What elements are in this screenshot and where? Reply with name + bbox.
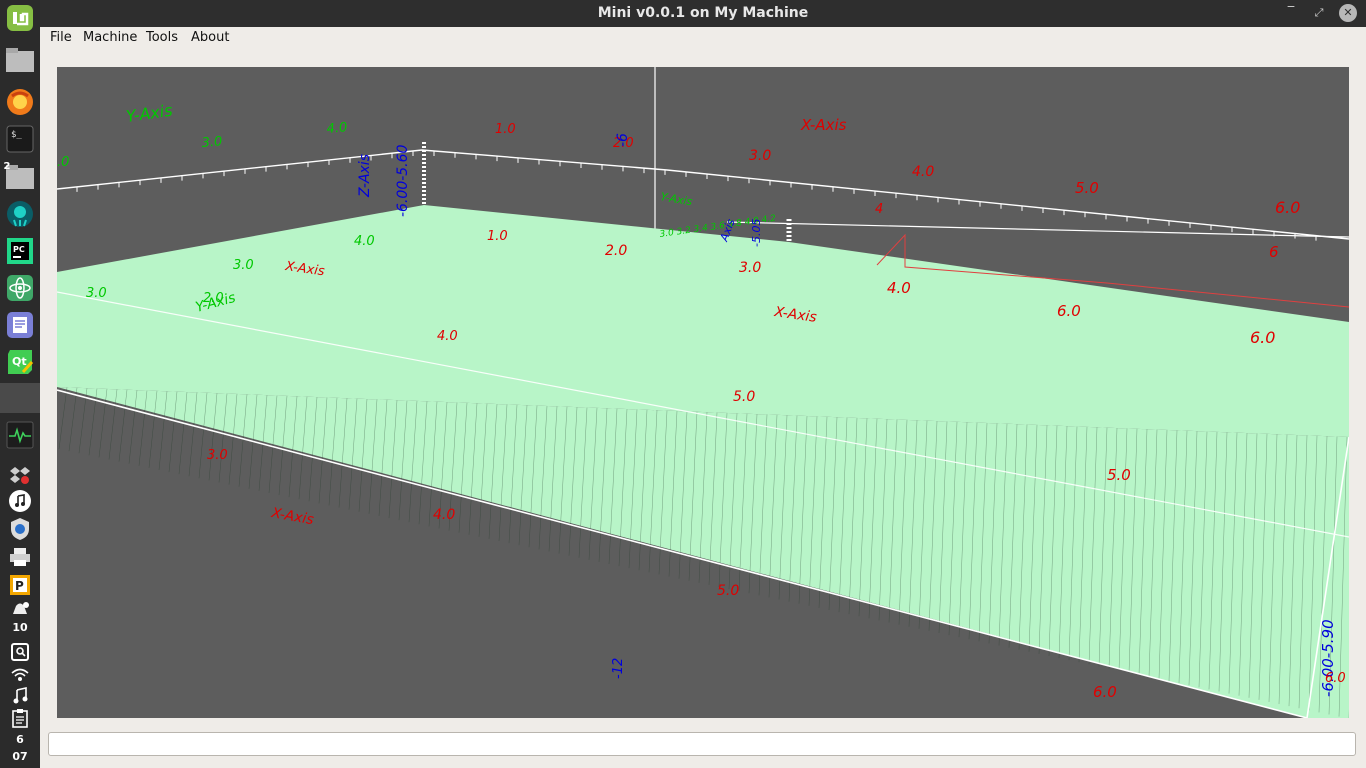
x-axis-label: 5.0 [733, 389, 755, 405]
x-axis-label: 1.0 [487, 229, 508, 244]
atom-icon[interactable] [5, 274, 35, 302]
z-axis-label: -6 [615, 133, 631, 147]
pycharm-icon[interactable]: PC [5, 237, 35, 265]
x-axis-label: 6.0 [1325, 671, 1346, 686]
x-axis-label: 4.0 [912, 164, 934, 180]
printer-icon[interactable] [5, 543, 35, 571]
menu-file[interactable]: File [50, 30, 72, 45]
menu-tools[interactable]: Tools [146, 30, 178, 45]
svg-text:Qt: Qt [12, 355, 27, 368]
parking-icon[interactable]: P [5, 571, 35, 599]
x-axis-label: 6.0 [1250, 328, 1275, 347]
svg-text:$_: $_ [11, 130, 22, 140]
mint-menu-icon[interactable] [5, 4, 35, 32]
text-editor-icon[interactable] [5, 311, 35, 339]
z-axis-label: Z-Axis [357, 154, 373, 198]
x-axis-label: 5.0 [717, 583, 739, 599]
x-axis-label: 5.0 [1107, 466, 1131, 484]
y-axis-label: 4.0 [326, 120, 348, 137]
z-axis-label: -6.00-5.60 [395, 144, 411, 217]
taskbar: $_ 2 PC Qt P 10 6 07 [0, 0, 41, 768]
active-window-icon[interactable] [0, 383, 40, 413]
y-axis-label: 4.0 [354, 234, 375, 249]
z-axis-label: -12 [611, 658, 626, 679]
clock-minute[interactable]: 07 [0, 750, 40, 763]
x-axis-label: 5.0 [1075, 179, 1099, 197]
x-axis-label: 3.0 [207, 448, 228, 463]
itunes-icon[interactable] [5, 487, 35, 515]
svg-text:PC: PC [13, 245, 25, 254]
y-axis-label: 3.0 [233, 258, 254, 273]
x-axis-label: 2.0 [605, 243, 627, 259]
x-axis-label: 6.0 [1057, 302, 1081, 320]
y-axis-label: .0 [57, 155, 69, 170]
clipboard-icon[interactable] [5, 704, 35, 732]
x-axis-label: 3.0 [749, 148, 771, 164]
clock-hour[interactable]: 6 [0, 733, 40, 746]
x-axis-label: 4.0 [437, 329, 458, 344]
tray-count: 10 [12, 621, 28, 634]
gitkraken-icon[interactable] [5, 200, 35, 228]
system-monitor-icon[interactable] [5, 421, 35, 449]
z-axis-label: -5.05 [750, 219, 763, 247]
3d-viewport[interactable]: Y-Axis 3.0 4.0 1.0 2.0 X-Axis 3.0 4.0 4 5.0 6.0 6 Z-… [57, 67, 1349, 718]
menu-machine[interactable]: Machine [83, 30, 137, 45]
files-icon[interactable] [5, 46, 35, 74]
svg-text:P: P [15, 579, 24, 593]
scene-canvas[interactable]: Y-Axis3.04.0 1.02.0X-Axis3.04.045.06.06Z-… [57, 67, 1349, 718]
x-axis-label: 6 [1269, 243, 1279, 261]
x-axis-label: 4.0 [433, 507, 455, 523]
dropbox-icon[interactable] [5, 461, 35, 489]
workspace-badge: 2 [3, 161, 11, 172]
x-axis-label: 6.0 [1275, 198, 1300, 217]
x-axis-label: 6.0 [1093, 683, 1117, 701]
x-axis-label: 3.0 [739, 260, 761, 276]
x-axis-label: 4 [875, 202, 883, 217]
restore-button[interactable]: ⤢ [1310, 4, 1328, 22]
shield-icon[interactable] [5, 515, 35, 543]
x-axis-label: 1.0 [495, 122, 516, 137]
x-axis-label: X-Axis [800, 116, 847, 134]
notification-icon[interactable] [5, 596, 35, 624]
minimize-button[interactable]: ‾ [1282, 4, 1300, 22]
window-title: Mini v0.0.1 on My Machine [597, 5, 809, 21]
terminal-icon[interactable]: $_ [5, 125, 35, 153]
qt-creator-icon[interactable]: Qt [5, 348, 35, 376]
close-button[interactable]: ✕ [1339, 4, 1357, 22]
menu-bar: File Machine Tools About [40, 27, 1366, 50]
firefox-icon[interactable] [5, 88, 35, 116]
y-axis-label: 3.0 [201, 134, 223, 151]
title-bar: Mini v0.0.1 on My Machine ‾ ⤢ ✕ [40, 0, 1366, 27]
menu-about[interactable]: About [191, 30, 229, 45]
x-axis-label: 4.0 [887, 279, 911, 297]
y-axis-label: 3.0 [86, 286, 107, 301]
command-input[interactable] [48, 732, 1356, 756]
